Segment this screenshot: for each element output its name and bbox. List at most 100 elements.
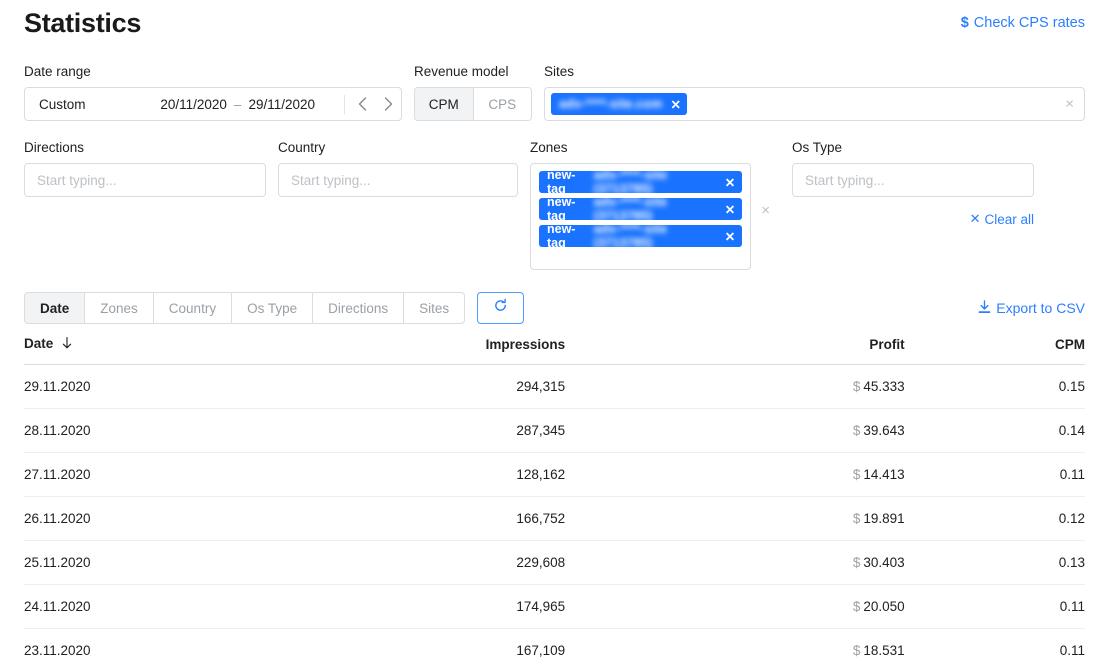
toolbar-left: Date Zones Country Os Type Directions Si… [24, 292, 525, 324]
currency-icon: $ [852, 511, 861, 526]
cell-profit-value: 20.050 [863, 599, 905, 614]
filters-row-secondary: Directions Country Zones new-tag adv-***… [24, 140, 1085, 270]
check-cps-rates-label: Check CPS rates [973, 15, 1085, 31]
country-input[interactable] [278, 163, 518, 197]
column-header-date[interactable]: Date [24, 336, 226, 365]
dollar-icon: $ [960, 15, 969, 31]
zones-tag-input[interactable]: new-tag adv-****-site (3713785) ✕ new-ta… [530, 163, 770, 270]
zones-chip: new-tag adv-****-site (3713785) ✕ [539, 195, 743, 223]
cell-profit-value: 30.403 [863, 555, 905, 570]
cell-profit-value: 14.413 [863, 467, 905, 482]
cell-profit: $20.050 [565, 584, 905, 629]
cell-profit: $19.891 [565, 496, 905, 541]
zones-field: Zones new-tag adv-****-site (3713785) ✕ … [530, 140, 770, 270]
sites-chip: adv-****-site.com ✕ [551, 93, 687, 115]
tab-os-type[interactable]: Os Type [232, 293, 314, 323]
chevron-right-icon[interactable] [375, 89, 401, 119]
cell-date: 26.11.2020 [24, 496, 226, 541]
country-label: Country [278, 140, 326, 155]
table-row: 25.11.2020 229,608 $30.403 0.13 [24, 540, 1085, 585]
currency-icon: $ [852, 379, 861, 394]
cell-profit-value: 19.891 [863, 511, 905, 526]
revenue-model-toggle: CPM CPS [414, 87, 532, 121]
group-by-tabs: Date Zones Country Os Type Directions Si… [24, 292, 466, 324]
revenue-model-option-cpm[interactable]: CPM [415, 88, 474, 120]
cell-cpm: 0.15 [904, 364, 1085, 409]
table-toolbar: Date Zones Country Os Type Directions Si… [24, 292, 1085, 324]
tab-directions[interactable]: Directions [313, 293, 405, 323]
zones-chip-prefix: new-tag [547, 222, 576, 250]
revenue-model-label: Revenue model [414, 64, 509, 79]
zones-chip-prefix: new-tag [547, 168, 576, 196]
column-header-profit[interactable]: Profit [565, 336, 905, 365]
currency-icon: $ [852, 643, 861, 658]
tab-zones[interactable]: Zones [85, 293, 154, 323]
date-range-picker[interactable]: Custom 20/11/2020 – 29/11/2020 [24, 87, 402, 121]
tab-country[interactable]: Country [153, 293, 233, 323]
zones-chip: new-tag adv-****-site (3713785) ✕ [539, 168, 743, 196]
cell-cpm: 0.11 [904, 452, 1085, 497]
os-type-input[interactable] [792, 163, 1034, 197]
cell-date: 23.11.2020 [24, 628, 226, 664]
currency-icon: $ [852, 555, 861, 570]
cell-profit: $14.413 [565, 452, 905, 497]
sort-desc-icon [62, 336, 72, 352]
refresh-button[interactable] [477, 292, 525, 324]
zones-chip-label: adv-****-site (3713785) [593, 222, 668, 250]
export-to-csv-button[interactable]: Export to CSV [978, 299, 1085, 317]
sites-clear-icon[interactable]: × [1065, 97, 1074, 112]
zones-chip-prefix: new-tag [547, 195, 576, 223]
os-type-field: Os Type ✕ Clear all [792, 140, 1034, 227]
date-range-divider [344, 94, 346, 114]
clear-all-button[interactable]: ✕ Clear all [970, 211, 1034, 227]
revenue-model-option-cps[interactable]: CPS [473, 88, 531, 120]
cell-profit: $45.333 [565, 364, 905, 409]
zones-chip-label: adv-****-site (3713785) [593, 168, 668, 196]
os-type-label: Os Type [792, 140, 843, 155]
table-body: 29.11.2020 294,315 $45.333 0.15 28.11.20… [24, 364, 1085, 664]
cell-impressions: 166,752 [225, 496, 566, 541]
sites-chip-remove-icon[interactable]: ✕ [669, 97, 680, 112]
check-cps-rates-link[interactable]: $ Check CPS rates [961, 13, 1085, 33]
currency-icon: $ [852, 467, 861, 482]
cell-profit-value: 45.333 [863, 379, 905, 394]
table-row: 26.11.2020 166,752 $19.891 0.12 [24, 496, 1085, 541]
table-row: 29.11.2020 294,315 $45.333 0.15 [24, 364, 1085, 409]
date-range-from[interactable]: 20/11/2020 [145, 97, 227, 112]
cell-cpm: 0.11 [904, 584, 1085, 629]
directions-input[interactable] [24, 163, 266, 197]
cell-date: 25.11.2020 [24, 540, 226, 585]
sites-field: Sites adv-****-site.com ✕ × [544, 64, 1085, 121]
zones-chip-remove-icon[interactable]: ✕ [724, 202, 735, 217]
cell-impressions: 287,345 [225, 408, 566, 453]
tab-sites[interactable]: Sites [404, 293, 465, 323]
zones-clear-icon[interactable]: × [751, 163, 770, 258]
sites-tag-input[interactable]: adv-****-site.com ✕ × [544, 87, 1085, 121]
cell-profit-value: 39.643 [863, 423, 905, 438]
cell-impressions: 167,109 [225, 628, 566, 664]
currency-icon: $ [852, 423, 861, 438]
zones-chip-remove-icon[interactable]: ✕ [724, 229, 735, 244]
table-row: 27.11.2020 128,162 $14.413 0.11 [24, 452, 1085, 497]
column-header-date-label: Date [24, 336, 54, 351]
column-header-impressions[interactable]: Impressions [225, 336, 566, 365]
clear-all-label: Clear all [984, 211, 1034, 227]
revenue-model-field: Revenue model CPM CPS [414, 64, 532, 121]
cell-date: 24.11.2020 [24, 584, 226, 629]
cell-impressions: 229,608 [225, 540, 566, 585]
export-to-csv-label: Export to CSV [996, 300, 1085, 316]
table-row: 24.11.2020 174,965 $20.050 0.11 [24, 584, 1085, 629]
chevron-left-icon[interactable] [349, 89, 375, 119]
tab-date[interactable]: Date [25, 293, 86, 323]
cell-date: 29.11.2020 [24, 364, 226, 409]
column-header-cpm[interactable]: CPM [904, 336, 1085, 365]
zones-chip-remove-icon[interactable]: ✕ [724, 175, 735, 190]
date-range-mode[interactable]: Custom [25, 97, 145, 112]
date-range-to[interactable]: 29/11/2020 [248, 97, 330, 112]
date-range-nav [349, 89, 401, 119]
cell-profit: $30.403 [565, 540, 905, 585]
cell-cpm: 0.14 [904, 408, 1085, 453]
download-icon [978, 299, 991, 317]
directions-label: Directions [24, 140, 85, 155]
cell-profit-value: 18.531 [863, 643, 905, 658]
